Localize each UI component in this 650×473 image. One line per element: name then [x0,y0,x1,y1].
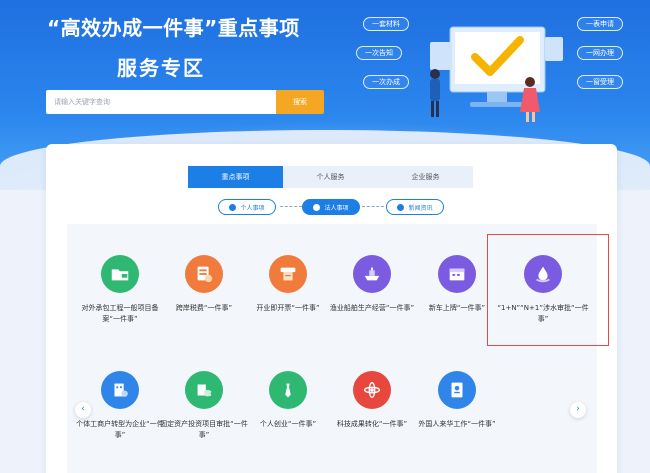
prev-page-button[interactable]: ‹ [75,402,91,418]
next-page-button[interactable]: › [570,402,586,418]
building-icon [101,371,139,409]
search-button[interactable]: 搜索 [276,90,324,114]
banner-subtitle: 服务专区 [117,56,205,80]
atom-icon [353,371,391,409]
ship-icon [353,255,391,293]
filter-personal-label: 个人事项 [240,204,265,212]
person-icon [313,203,321,211]
tab-key-matters[interactable]: 重点事项 [188,166,283,188]
tie-icon [269,371,307,409]
divider-dots [362,206,384,207]
folder-icon [101,255,139,293]
banner-title: “高效办成一件事”重点事项 [47,16,300,40]
filter-news-label: 新闻资讯 [408,204,433,212]
person-icon [229,203,237,211]
tag-one-completion: 一次办成 [363,75,409,89]
filter-news[interactable]: 新闻资讯 [386,199,444,215]
filter-legal-entity[interactable]: 法人事项 [302,199,360,215]
receipt-icon [269,255,307,293]
filter-personal[interactable]: 个人事项 [218,199,276,215]
news-icon [397,203,405,211]
tab-personal-services[interactable]: 个人服务 [283,166,378,188]
service-item[interactable]: 外国人来华工作“一件事” [407,371,507,430]
service-illustration [430,26,563,122]
tab-enterprise-services[interactable]: 企业服务 [378,166,473,188]
tag-one-network: 一网办理 [577,46,623,60]
category-tabs: 重点事项 个人服务 企业服务 [188,166,473,188]
calendar-icon [438,255,476,293]
tag-one-set-materials: 一套材料 [363,17,409,31]
divider-dots [280,206,302,207]
tax-icon [185,255,223,293]
selection-highlight [487,234,609,346]
filter-legal-label: 法人事项 [324,204,349,212]
tag-one-notice: 一次告知 [356,46,402,60]
tag-one-form: 一表申请 [577,17,623,31]
service-item-label: 外国人来华工作“一件事” [418,420,496,428]
tag-one-window: 一窗受理 [577,75,623,89]
search-input[interactable] [46,90,276,114]
id-card-icon [438,371,476,409]
coins-icon [185,371,223,409]
